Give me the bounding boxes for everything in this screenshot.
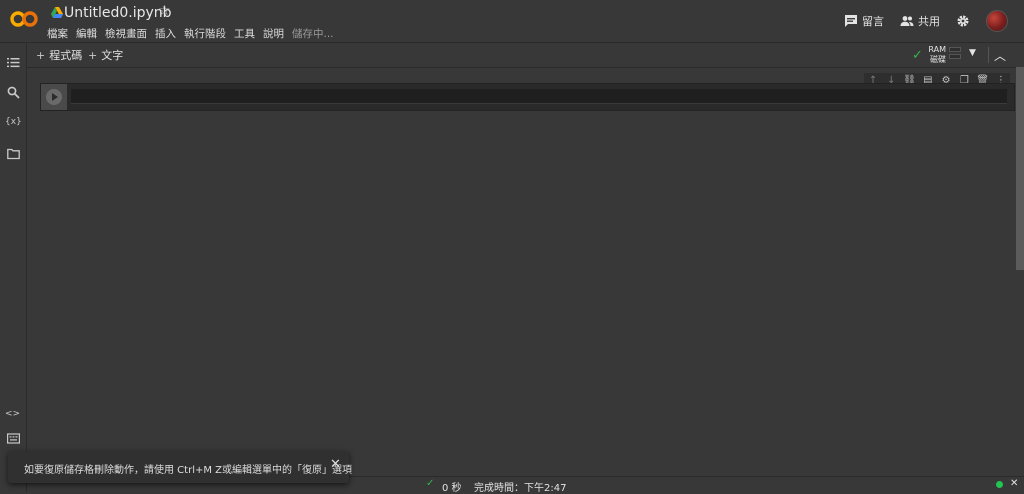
code-editor[interactable] [71, 89, 1007, 104]
menu-file[interactable]: 檔案 [47, 26, 68, 41]
menu-edit[interactable]: 編輯 [76, 26, 97, 41]
top-bar: Untitled0.ipynb ☆ 檔案 編輯 檢視畫面 插入 執行階段 工具 … [0, 0, 1024, 43]
add-text-button[interactable]: + 文字 [88, 47, 123, 63]
resource-bars [949, 47, 961, 61]
share-label: 共用 [918, 15, 940, 28]
top-right-actions: 留言 共用 [844, 10, 1024, 32]
run-cell-area [41, 84, 67, 110]
people-icon [900, 16, 914, 26]
scrollbar[interactable] [1016, 67, 1024, 270]
share-button[interactable]: 共用 [900, 13, 940, 29]
menu-help[interactable]: 說明 [263, 26, 284, 41]
close-icon[interactable]: ✕ [1010, 478, 1018, 489]
connected-check-icon: ✓ [912, 48, 923, 63]
menu-bar: 檔案 編輯 檢視畫面 插入 執行階段 工具 說明 儲存中... [47, 26, 342, 41]
comment-label: 留言 [862, 15, 884, 28]
resource-labels: RAM 磁碟 [928, 45, 946, 65]
colab-logo-icon[interactable] [10, 10, 38, 28]
connection-status-dot [996, 481, 1003, 488]
success-check-icon: ✓ [426, 478, 435, 489]
google-drive-icon [51, 7, 63, 18]
menu-tools[interactable]: 工具 [234, 26, 255, 41]
plus-icon: + [36, 49, 46, 62]
notebook-toolbar: + 程式碼 + 文字 ✓ RAM 磁碟 ▼ ︿ [26, 43, 1024, 68]
notebook-title[interactable]: Untitled0.ipynb [64, 5, 172, 21]
plus-icon: + [88, 49, 98, 62]
avatar[interactable] [986, 10, 1008, 32]
menu-runtime[interactable]: 執行階段 [184, 26, 226, 41]
gear-icon [957, 15, 969, 27]
search-icon[interactable] [7, 86, 20, 99]
menu-view[interactable]: 檢視畫面 [105, 26, 147, 41]
menu-insert[interactable]: 插入 [155, 26, 176, 41]
snackbar: 如要復原儲存格刪除動作，請使用 Ctrl+M Z或編輯選單中的「復原」選項 ✕ [8, 451, 353, 483]
star-icon[interactable]: ☆ [158, 3, 171, 19]
code-cell[interactable] [40, 83, 1015, 111]
folder-icon[interactable] [7, 147, 20, 160]
resource-monitor[interactable]: ✓ RAM 磁碟 ▼ [912, 45, 982, 65]
divider [988, 47, 989, 63]
comment-button[interactable]: 留言 [844, 13, 884, 29]
comment-icon [845, 15, 857, 27]
add-code-label: 程式碼 [49, 49, 83, 62]
disk-bar [949, 54, 961, 59]
settings-button[interactable] [956, 14, 970, 28]
left-sidebar: {x} <> [0, 43, 27, 492]
snackbar-message: 如要復原儲存格刪除動作，請使用 Ctrl+M Z或編輯選單中的「復原」選項 [24, 465, 353, 476]
code-snippets-icon[interactable]: <> [5, 409, 20, 419]
terminal-icon[interactable] [7, 432, 20, 445]
add-text-label: 文字 [101, 49, 124, 62]
ram-bar [949, 47, 961, 52]
ram-label: RAM [928, 45, 946, 54]
saving-status: 儲存中... [292, 28, 334, 40]
play-icon[interactable] [46, 89, 62, 105]
toc-icon[interactable] [7, 56, 20, 69]
close-icon[interactable]: ✕ [330, 457, 341, 472]
chevron-down-icon[interactable]: ▼ [969, 48, 976, 58]
chevron-up-icon[interactable]: ︿ [994, 47, 1006, 64]
disk-label: 磁碟 [930, 55, 946, 64]
add-code-button[interactable]: + 程式碼 [36, 47, 82, 63]
variables-icon[interactable]: {x} [5, 117, 22, 127]
